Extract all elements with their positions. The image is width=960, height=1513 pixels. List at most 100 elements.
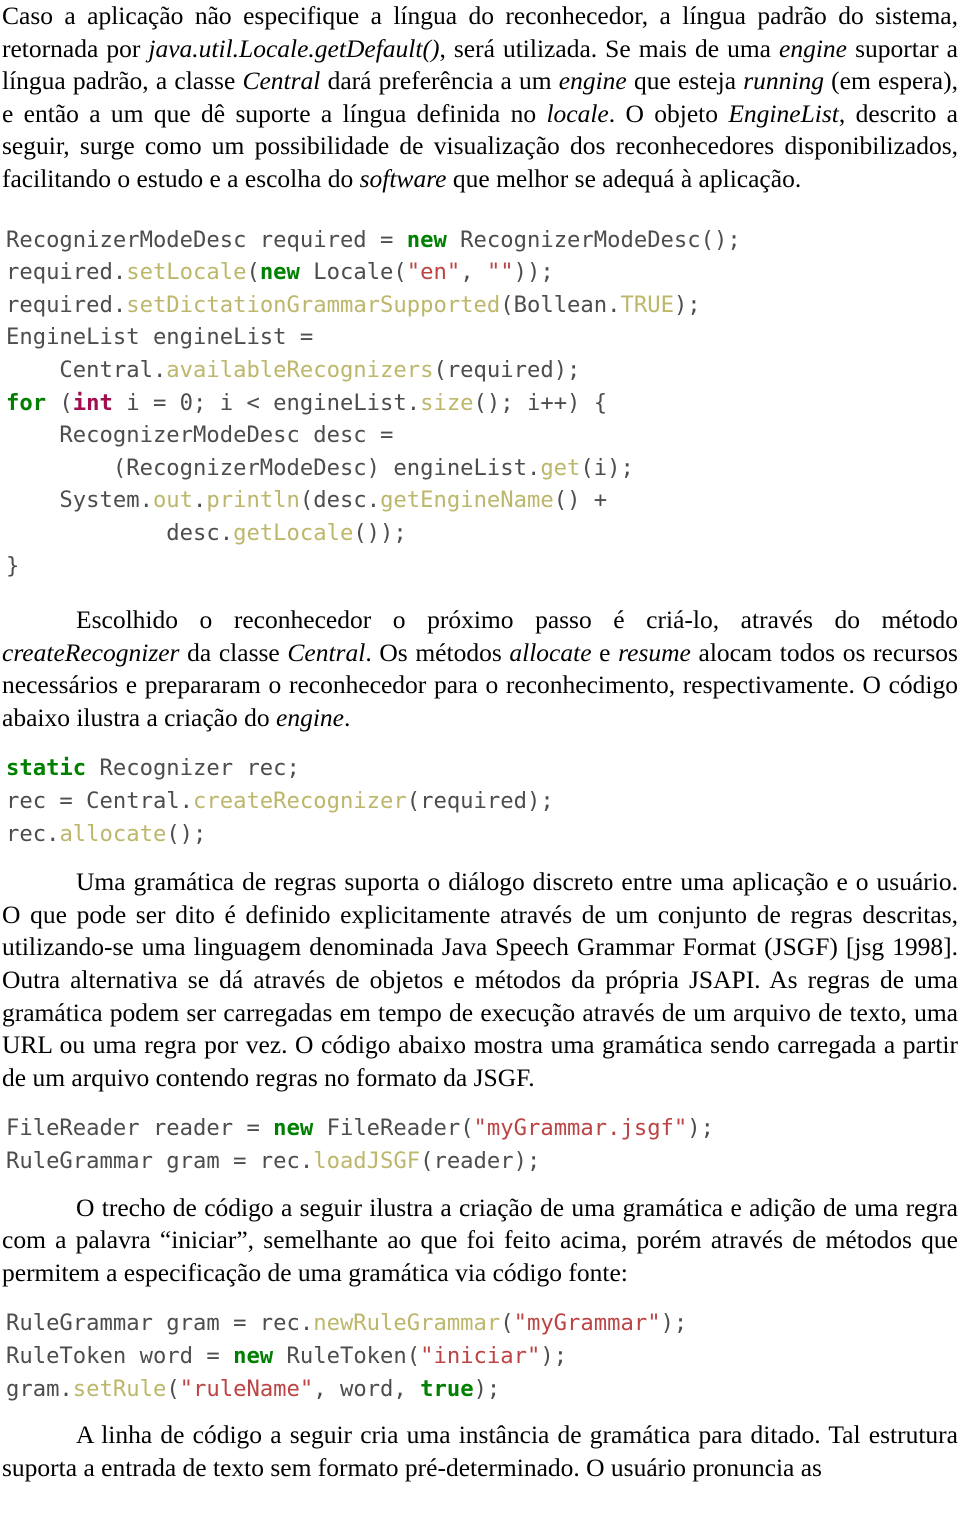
- code-token-plain: ();: [166, 820, 207, 847]
- code-token-plain: );: [660, 1310, 688, 1337]
- code-token-meth: getEngineName: [380, 487, 554, 514]
- code-token-plain: );: [673, 291, 701, 318]
- code-token-plain: (: [246, 259, 260, 286]
- code-line: required.setLocale(new Locale("en", ""))…: [6, 256, 960, 289]
- code-line: required.setDictationGrammarSupported(Bo…: [6, 289, 960, 322]
- code-token-plain: i = 0; i < engineList.: [112, 389, 421, 416]
- code-token-plain: .: [193, 487, 207, 514]
- code-token-plain: RecognizerModeDesc required =: [6, 226, 407, 253]
- code-token-kw: new: [233, 1342, 274, 1369]
- code-token-meth: size: [420, 389, 474, 416]
- code-token-plain: (); i++) {: [473, 389, 608, 416]
- code-token-plain: rec.: [6, 820, 60, 847]
- italic-term: Central: [287, 637, 366, 667]
- code-line: desc.getLocale());: [6, 517, 960, 550]
- code-token-plain: }: [6, 552, 20, 579]
- code-line: for (int i = 0; i < engineList.size(); i…: [6, 387, 960, 420]
- code-line: FileReader reader = new FileReader("myGr…: [6, 1112, 960, 1145]
- code-listing-enginelist: RecognizerModeDesc required = new Recogn…: [0, 224, 960, 583]
- code-token-plain: gram.: [6, 1375, 73, 1402]
- code-token-str: "myGrammar": [513, 1310, 661, 1337]
- code-token-kw: for: [6, 389, 47, 416]
- code-token-plain: (desc.: [299, 487, 381, 514]
- code-listing-loadjsgf: FileReader reader = new FileReader("myGr…: [0, 1112, 960, 1177]
- code-token-plain: RuleGrammar gram = rec.: [6, 1310, 314, 1337]
- code-token-plain: );: [473, 1375, 501, 1402]
- code-token-meth: println: [206, 487, 300, 514]
- code-token-plain: Locale(: [299, 259, 407, 286]
- code-line: RuleToken word = new RuleToken("iniciar"…: [6, 1340, 960, 1373]
- code-token-meth: loadJSGF: [313, 1148, 421, 1174]
- italic-term: engine: [558, 66, 627, 96]
- italic-term: java.util.Locale.getDefault(): [148, 33, 440, 63]
- code-token-plain: FileReader(: [313, 1115, 474, 1142]
- code-token-plain: FileReader reader =: [6, 1115, 274, 1142]
- code-token-meth: newRuleGrammar: [313, 1310, 501, 1337]
- italic-term: resume: [618, 637, 691, 667]
- code-token-meth: getLocale: [233, 519, 354, 546]
- code-token-plain: (Bollean.: [500, 291, 621, 318]
- code-token-plain: RuleGrammar gram = rec.: [6, 1148, 314, 1174]
- code-token-plain: ());: [353, 519, 407, 546]
- italic-term: allocate: [509, 637, 592, 667]
- code-token-kw: new: [273, 1115, 314, 1142]
- code-token-str: "en": [406, 259, 461, 286]
- code-token-plain: Recognizer rec;: [86, 755, 300, 782]
- code-token-plain: desc.: [6, 519, 234, 546]
- code-token-plain: (required);: [433, 356, 581, 383]
- code-token-str: "iniciar": [420, 1342, 541, 1369]
- code-line: static Recognizer rec;: [6, 752, 960, 785]
- code-token-plain: RecognizerModeDesc desc =: [6, 422, 394, 449]
- code-line: RecognizerModeDesc desc =: [6, 419, 960, 452]
- code-line: RecognizerModeDesc required = new Recogn…: [6, 224, 960, 257]
- code-token-plain: (: [166, 1375, 180, 1402]
- italic-term: running: [743, 66, 824, 96]
- code-token-str: "ruleName": [179, 1375, 314, 1402]
- code-token-plain: (: [46, 389, 73, 416]
- code-token-plain: required.: [6, 291, 127, 318]
- paragraph-jsgf-grammar: Uma gramática de regras suporta o diálog…: [2, 867, 958, 1092]
- code-token-meth: createRecognizer: [193, 788, 407, 815]
- code-token-meth: setLocale: [126, 259, 247, 286]
- code-line: rec.allocate();: [6, 818, 960, 851]
- paragraph-rule-iniciar: O trecho de código a seguir ilustra a cr…: [2, 1192, 958, 1287]
- code-token-plain: (i);: [580, 454, 634, 481]
- paragraph-dictation-grammar: A linha de código a seguir cria uma inst…: [2, 1420, 958, 1482]
- code-token-meth: TRUE: [620, 291, 674, 318]
- code-token-plain: Central.: [6, 356, 167, 383]
- code-token-type: int: [72, 389, 113, 416]
- code-token-plain: RuleToken word =: [6, 1342, 234, 1369]
- code-line: EngineList engineList =: [6, 321, 960, 354]
- code-line: (RecognizerModeDesc) engineList.get(i);: [6, 452, 960, 485]
- italic-term: locale: [546, 98, 609, 128]
- document-page: Caso a aplicação não especifique a língu…: [0, 0, 960, 1513]
- code-token-plain: () +: [553, 487, 608, 514]
- code-token-plain: (reader);: [420, 1148, 541, 1174]
- paragraph-locale-default: Caso a aplicação não especifique a língu…: [2, 1, 959, 193]
- code-token-str: "myGrammar.jsgf": [473, 1115, 688, 1142]
- code-token-plain: );: [540, 1342, 568, 1369]
- code-listing-create-recognizer: static Recognizer rec; rec = Central.crea…: [0, 752, 960, 850]
- code-token-plain: , word,: [313, 1375, 421, 1402]
- code-token-plain: );: [687, 1115, 714, 1142]
- code-line: RuleGrammar gram = rec.loadJSGF(reader);: [6, 1145, 960, 1178]
- code-token-plain: required.: [6, 259, 127, 286]
- italic-term: software: [359, 163, 447, 193]
- italic-term: EngineList: [728, 98, 839, 128]
- code-token-meth: setDictationGrammarSupported: [126, 291, 501, 318]
- code-token-meth: availableRecognizers: [166, 356, 434, 383]
- code-token-plain: ,: [460, 259, 487, 286]
- code-token-kw: static: [6, 755, 87, 782]
- code-token-plain: EngineList engineList =: [6, 324, 314, 351]
- italic-term: engine: [276, 702, 344, 732]
- code-token-plain: RuleToken(: [273, 1342, 421, 1369]
- code-token-kw: new: [406, 226, 447, 253]
- code-token-kw: true: [420, 1375, 474, 1402]
- code-token-meth: out: [152, 487, 194, 514]
- paragraph-createrecognizer: Escolhido o reconhecedor o próximo passo…: [2, 605, 958, 732]
